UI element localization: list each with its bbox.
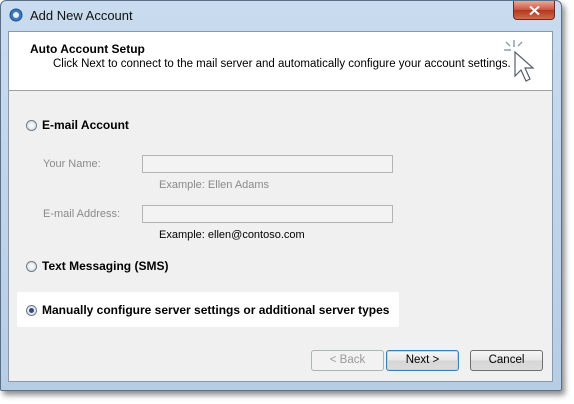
- close-icon: [529, 6, 540, 15]
- outlook-icon: [9, 8, 23, 22]
- header-title: Auto Account Setup: [30, 42, 145, 56]
- close-button[interactable]: [513, 1, 555, 20]
- manual-config-option[interactable]: Manually configure server settings or ad…: [26, 303, 389, 317]
- cancel-button[interactable]: Cancel: [470, 350, 543, 371]
- back-button[interactable]: < Back: [311, 350, 384, 371]
- email-address-field[interactable]: [142, 205, 393, 223]
- cursor-sparkle-icon: [503, 38, 543, 89]
- email-account-radio[interactable]: [26, 119, 37, 131]
- email-account-option[interactable]: E-mail Account: [26, 118, 129, 132]
- window-title: Add New Account: [30, 8, 133, 23]
- text-messaging-radio[interactable]: [26, 260, 37, 272]
- your-name-example: Example: Ellen Adams: [159, 179, 270, 191]
- add-account-dialog: Add New Account Auto Account Setup Click…: [0, 0, 562, 391]
- email-address-example: Example: ellen@contoso.com: [159, 229, 305, 241]
- manual-config-radio[interactable]: [26, 304, 37, 316]
- wizard-header: Auto Account Setup Click Next to connect…: [9, 32, 552, 91]
- your-name-label: Your Name:: [43, 158, 101, 170]
- email-account-label: E-mail Account: [42, 118, 129, 132]
- title-bar[interactable]: Add New Account: [1, 1, 561, 31]
- dialog-content: Auto Account Setup Click Next to connect…: [8, 31, 553, 382]
- header-description: Click Next to connect to the mail server…: [53, 58, 511, 70]
- next-button[interactable]: Next >: [386, 350, 459, 371]
- manual-config-label: Manually configure server settings or ad…: [42, 303, 390, 317]
- your-name-field[interactable]: [142, 155, 393, 173]
- text-messaging-option[interactable]: Text Messaging (SMS): [26, 259, 168, 273]
- email-address-label: E-mail Address:: [43, 208, 121, 220]
- text-messaging-label: Text Messaging (SMS): [42, 259, 169, 273]
